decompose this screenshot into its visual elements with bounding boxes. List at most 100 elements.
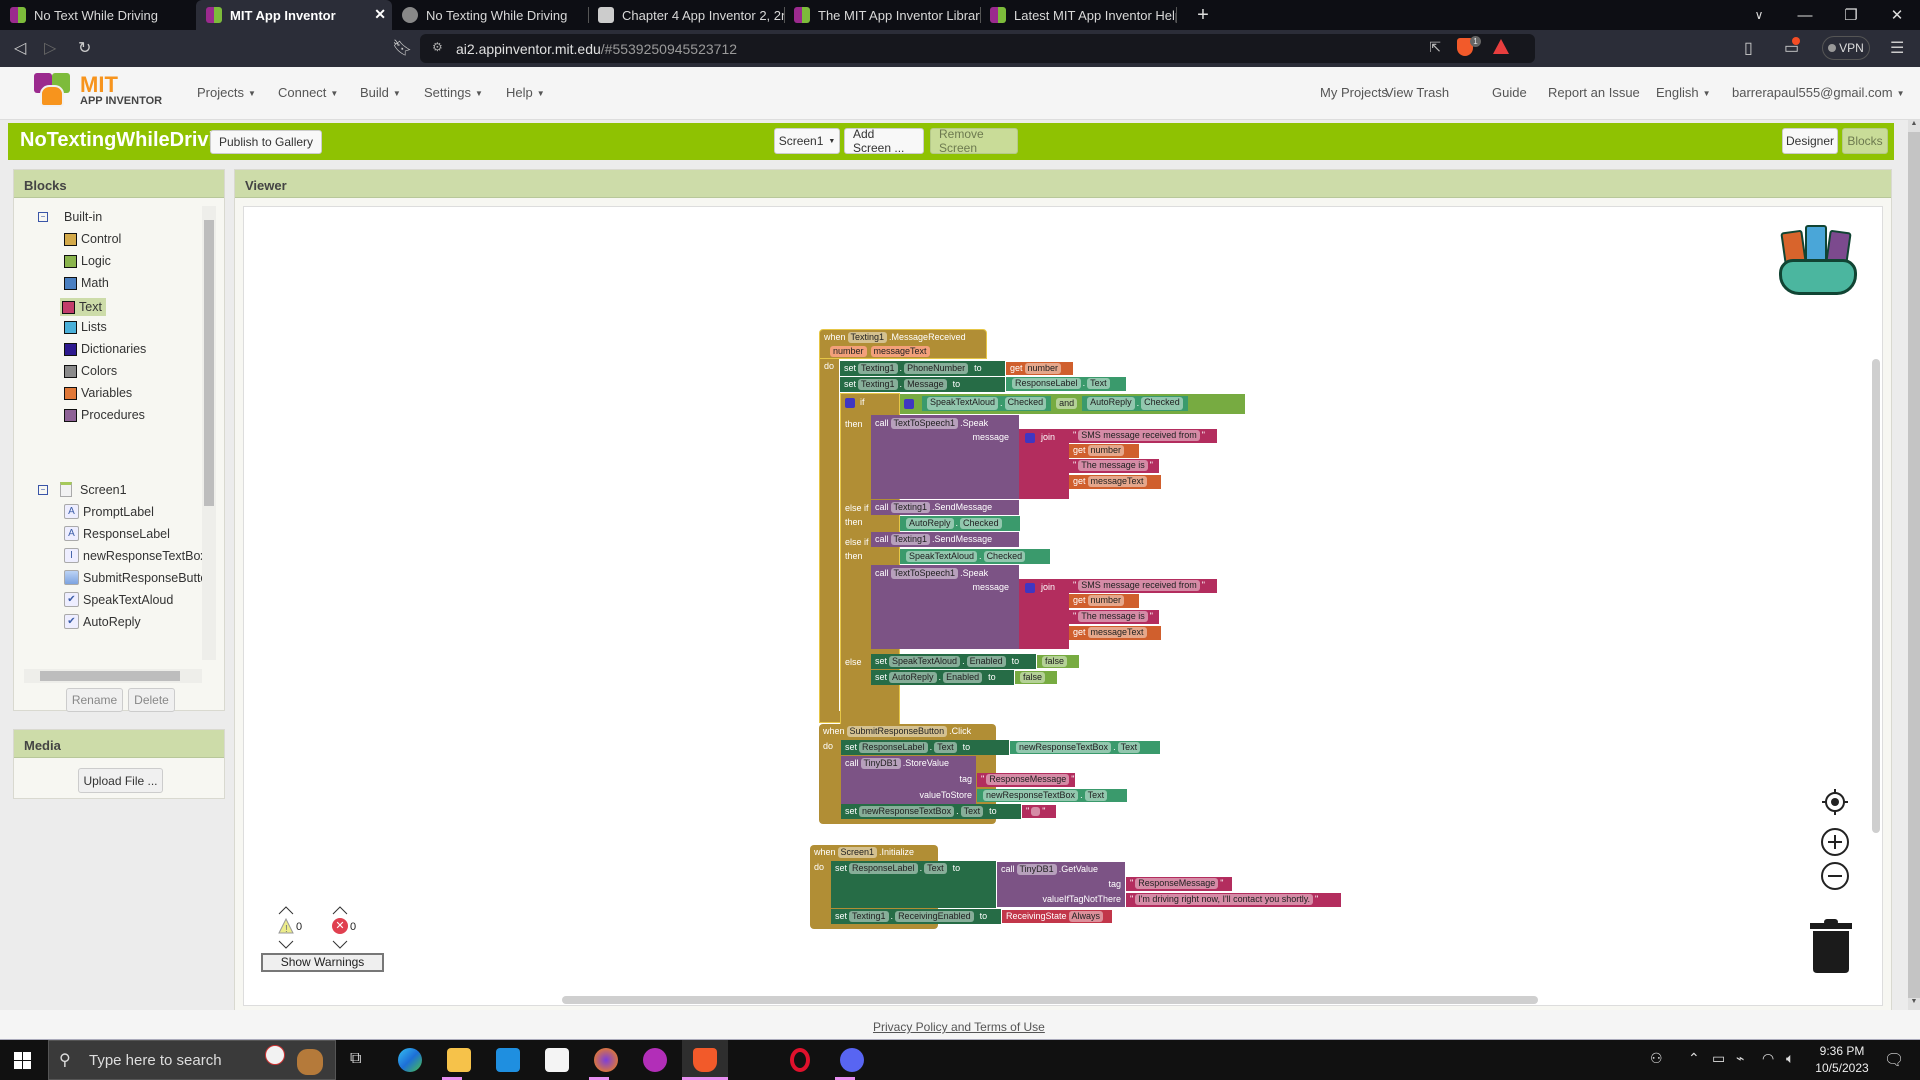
- receivingstate-dropdown[interactable]: Always: [1068, 911, 1104, 922]
- component-dropdown[interactable]: SpeakTextAloud: [889, 656, 961, 667]
- empty-text-block[interactable]: " ": [1022, 805, 1056, 818]
- browser-tab[interactable]: The MIT App Inventor Library: Docume: [784, 0, 980, 30]
- variable-dropdown[interactable]: messageText: [1087, 627, 1147, 638]
- collapse-icon[interactable]: −: [38, 212, 48, 222]
- my-projects-link[interactable]: My Projects: [1320, 85, 1388, 100]
- component-item[interactable]: ✔ AutoReply: [64, 614, 141, 629]
- property-dropdown[interactable]: ReceivingEnabled: [895, 911, 974, 922]
- mutator-gear-icon[interactable]: [845, 397, 855, 408]
- component-dropdown[interactable]: Texting1: [890, 534, 931, 545]
- zoom-in-icon[interactable]: [1820, 827, 1850, 857]
- property-dropdown[interactable]: Enabled: [943, 672, 983, 683]
- address-bar[interactable]: ⚙ ai2.appinventor.mit.edu/#5539250945523…: [420, 34, 1535, 63]
- set-responselabel-text-block[interactable]: set ResponseLabel. Text to: [841, 740, 1009, 755]
- component-dropdown[interactable]: SpeakTextAloud: [906, 551, 978, 562]
- text-string-block[interactable]: " ResponseMessage ": [1126, 877, 1232, 891]
- component-dropdown[interactable]: TextToSpeech1: [890, 568, 959, 579]
- scrollbar-thumb[interactable]: [40, 671, 180, 681]
- variable-dropdown[interactable]: number: [1024, 363, 1062, 374]
- set-speaktextaloud-enabled-block[interactable]: set SpeakTextAloud. Enabled to: [871, 654, 1036, 669]
- component-item[interactable]: InewResponseTextBox: [64, 548, 207, 563]
- builtin-item-colors[interactable]: Colors: [64, 364, 117, 378]
- opera-icon[interactable]: [790, 1048, 810, 1072]
- set-receivingenabled-block[interactable]: set Texting1. ReceivingEnabled to: [831, 909, 1001, 924]
- edge-icon[interactable]: [398, 1048, 422, 1072]
- receivingstate-block[interactable]: ReceivingState Always: [1002, 910, 1112, 923]
- language-menu[interactable]: English ▼: [1656, 85, 1711, 100]
- browser-tab[interactable]: No Texting While Driving: [392, 0, 588, 30]
- scroll-down-icon[interactable]: ▼: [1908, 998, 1920, 1010]
- blocks-workspace[interactable]: when Texting1 .MessageReceived number messa…: [243, 206, 1883, 1006]
- mutator-gear-icon[interactable]: [904, 398, 914, 409]
- scroll-up-icon[interactable]: ▲: [1908, 120, 1920, 132]
- account-menu[interactable]: barrerapaul555@gmail.com ▼: [1732, 85, 1905, 100]
- component-dropdown[interactable]: ResponseLabel: [859, 742, 928, 753]
- clock[interactable]: 9:36 PM 10/5/2023: [1810, 1043, 1874, 1077]
- variable-dropdown[interactable]: number: [1087, 445, 1125, 456]
- builtin-item-procedures[interactable]: Procedures: [64, 408, 145, 422]
- builtin-item-logic[interactable]: Logic: [64, 254, 111, 268]
- browser-tab[interactable]: Chapter 4 App Inventor 2, 2nd Edition: [588, 0, 784, 30]
- blocks-button[interactable]: Blocks: [1842, 128, 1888, 154]
- set-phonenumber-block[interactable]: set Texting1. PhoneNumber to: [840, 361, 1005, 376]
- task-view-icon[interactable]: ⧉: [350, 1050, 361, 1068]
- component-dropdown[interactable]: SpeakTextAloud: [927, 397, 999, 410]
- share-icon[interactable]: ⇱: [1429, 39, 1441, 56]
- component-dropdown[interactable]: TinyDB1: [1016, 864, 1057, 875]
- event-block-message-received[interactable]: when Texting1 .MessageReceived number messa…: [819, 329, 987, 359]
- workspace-horizontal-scrollbar[interactable]: [562, 996, 1538, 1004]
- call-speak-block[interactable]: call TextToSpeech1 .Speak message: [871, 565, 1019, 649]
- component-dropdown[interactable]: SubmitResponseButton: [846, 726, 948, 737]
- mutator-gear-icon[interactable]: [1025, 582, 1035, 593]
- component-item[interactable]: A ResponseLabel: [64, 526, 170, 541]
- discord-icon[interactable]: [840, 1048, 864, 1072]
- text-value[interactable]: The message is: [1078, 460, 1148, 471]
- textbox-text-getter[interactable]: newResponseTextBox. Text: [1010, 741, 1160, 754]
- property-dropdown[interactable]: PhoneNumber: [904, 363, 969, 374]
- component-dropdown[interactable]: Texting1: [858, 379, 898, 390]
- component-dropdown[interactable]: Texting1: [890, 502, 931, 513]
- component-dropdown[interactable]: AutoReply: [906, 518, 954, 529]
- back-icon[interactable]: ◁: [14, 38, 26, 58]
- brave-rewards-icon[interactable]: [1493, 39, 1509, 54]
- tree-vertical-scrollbar[interactable]: [202, 206, 216, 660]
- property-dropdown[interactable]: Checked: [960, 518, 1002, 529]
- builtin-item-control[interactable]: Control: [64, 232, 121, 246]
- restore-button[interactable]: ❐: [1828, 0, 1874, 30]
- component-dropdown[interactable]: ResponseLabel: [1012, 378, 1081, 389]
- text-value[interactable]: [1031, 807, 1041, 816]
- battery-icon[interactable]: ⌁: [1736, 1050, 1744, 1067]
- recenter-icon[interactable]: [1820, 787, 1850, 817]
- rename-button[interactable]: Rename: [66, 688, 123, 712]
- component-dropdown[interactable]: TinyDB1: [860, 758, 901, 769]
- call-getvalue-block[interactable]: call TinyDB1 .GetValue tag valueIfTagNotTh…: [997, 862, 1125, 907]
- text-value[interactable]: ResponseMessage: [1135, 878, 1219, 889]
- prev-error-arrow-icon[interactable]: [332, 902, 348, 915]
- zoom-out-icon[interactable]: [1820, 861, 1850, 891]
- tree-horizontal-scrollbar[interactable]: [24, 669, 202, 683]
- windows-start-icon[interactable]: [14, 1052, 31, 1069]
- get-messagetext-block[interactable]: get messageText: [1069, 475, 1161, 489]
- volume-icon[interactable]: 🔈︎: [1786, 1050, 1794, 1067]
- component-dropdown[interactable]: AutoReply: [1087, 397, 1135, 410]
- text-string-block[interactable]: " SMS message received from ": [1069, 429, 1217, 443]
- menu-icon[interactable]: ☰: [1890, 38, 1904, 58]
- param-messagetext[interactable]: messageText: [870, 346, 930, 357]
- show-warnings-button[interactable]: Show Warnings: [261, 953, 384, 972]
- property-dropdown[interactable]: Text: [1117, 742, 1141, 753]
- call-speak-block[interactable]: call TextToSpeech1 .Speak message: [871, 415, 1019, 499]
- get-messagetext-block[interactable]: get messageText: [1069, 626, 1161, 640]
- get-number-block[interactable]: get number: [1069, 594, 1139, 608]
- text-string-block[interactable]: " The message is ": [1069, 459, 1159, 473]
- firefox-icon[interactable]: [594, 1048, 618, 1072]
- autoreply-checked-getter[interactable]: AutoReply. Checked: [900, 516, 1020, 531]
- boolean-dropdown[interactable]: false: [1020, 672, 1046, 683]
- set-textbox-text-block[interactable]: set newResponseTextBox. Text to: [841, 804, 1021, 819]
- browser-tab-active[interactable]: MIT App Inventor ✕: [196, 0, 392, 30]
- call-sendmessage-block[interactable]: call Texting1 .SendMessage: [871, 500, 1019, 515]
- builtin-item-variables[interactable]: Variables: [64, 386, 132, 400]
- set-responselabel-text-block[interactable]: set ResponseLabel. Text to: [831, 861, 996, 908]
- join-block[interactable]: join: [1019, 429, 1069, 499]
- builtin-node[interactable]: − Built-in: [38, 210, 102, 224]
- and-condition-block[interactable]: SpeakTextAloud. Checked and AutoReply. Che…: [900, 394, 1245, 414]
